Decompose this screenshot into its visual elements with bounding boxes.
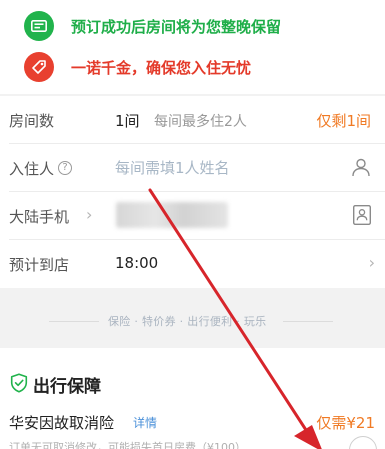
tag-icon: [24, 52, 54, 82]
row-phone: 大陆手机 ›: [0, 192, 385, 240]
rooms-remaining-badge: 仅剩1间: [316, 112, 371, 130]
insurance-price: 仅需¥21: [316, 414, 375, 432]
phone-label: 大陆手机: [9, 208, 70, 226]
shield-check-icon: [10, 373, 28, 397]
protection-title: 出行保障: [33, 377, 101, 397]
guest-label: 入住人: [9, 160, 55, 178]
divider-line: [283, 321, 333, 322]
travel-protection-card: 出行保障 华安因故取消险 详情 仅需¥21 订单无可取消修改，可能损失首日房费（…: [0, 348, 385, 449]
perks-section-divider: 保险 · 特价券 · 出行便利 · 玩乐: [0, 288, 385, 348]
contact-book-icon[interactable]: [352, 204, 372, 230]
insurance-details-link[interactable]: 详情: [133, 414, 157, 431]
promise-text: 预订成功后房间将为您整晚保留: [71, 17, 282, 36]
arrival-label: 预计到店: [9, 256, 70, 274]
guest-name-input[interactable]: [115, 155, 335, 181]
room-count-value[interactable]: 1间: [115, 110, 140, 131]
row-room-count[interactable]: 房间数 1间 每间最多住2人 仅剩1间: [0, 96, 385, 144]
booking-form: 房间数 1间 每间最多住2人 仅剩1间 入住人 ? 大陆手机 ›: [0, 96, 385, 288]
row-guest-name: 入住人 ?: [0, 144, 385, 192]
perks-section-title: 保险 · 特价券 · 出行便利 · 玩乐: [108, 315, 267, 328]
room-capacity-hint: 每间最多住2人: [154, 114, 247, 130]
arrival-time-value[interactable]: 18:00: [115, 254, 158, 272]
help-icon[interactable]: ?: [58, 161, 72, 175]
insurance-item-name: 华安因故取消险: [9, 414, 115, 432]
booking-promise-card: 预订成功后房间将为您整晚保留 一诺千金，确保您入住无忧: [0, 0, 385, 94]
chevron-right-icon[interactable]: ›: [369, 253, 375, 272]
room-card-icon: [24, 11, 54, 41]
person-icon[interactable]: [351, 157, 371, 181]
chevron-right-icon[interactable]: ›: [86, 205, 92, 224]
promise-row-room-kept: 预订成功后房间将为您整晚保留: [24, 11, 281, 41]
phone-number-field[interactable]: [116, 202, 228, 228]
promise-text: 一诺千金，确保您入住无忧: [71, 58, 252, 77]
row-arrival-time[interactable]: 预计到店 18:00 ›: [0, 240, 385, 288]
insurance-description: 订单无可取消修改，可能损失首日房费（¥100）: [9, 441, 246, 449]
promise-row-guarantee: 一诺千金，确保您入住无忧: [24, 52, 251, 82]
divider-line: [49, 321, 99, 322]
insurance-select-toggle[interactable]: [349, 436, 377, 449]
room-count-label: 房间数: [9, 112, 55, 130]
